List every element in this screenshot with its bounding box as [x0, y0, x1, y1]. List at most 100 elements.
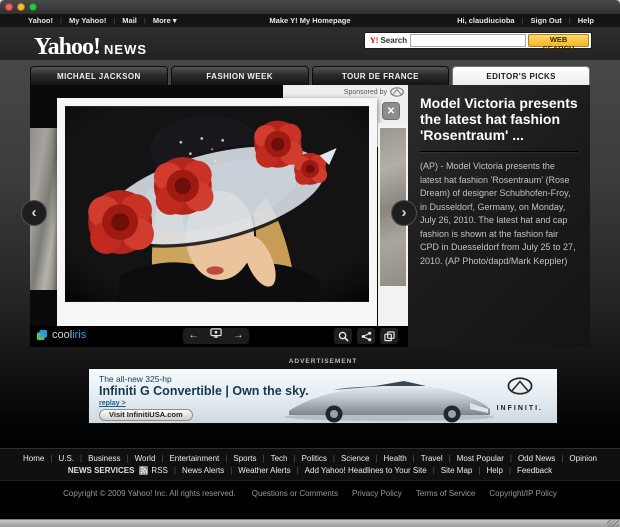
- sponsored-label: Sponsored by: [344, 89, 387, 96]
- main-photo[interactable]: [57, 98, 377, 326]
- search-label: Search: [380, 36, 407, 45]
- tab-label: TOUR DE FRANCE: [342, 72, 419, 81]
- footer-links-row2: NEWS SERVICES RSSNews AlertsWeather Aler…: [0, 466, 620, 475]
- ad-banner[interactable]: The all-new 325-hp Infiniti G Convertibl…: [88, 368, 558, 424]
- footer-link[interactable]: Odd News: [504, 454, 555, 463]
- gallery-tools: [334, 328, 398, 344]
- footer-link[interactable]: Business: [74, 454, 121, 463]
- footer-links-row1: HomeU.S.BusinessWorldEntertainmentSports…: [0, 454, 620, 463]
- chevron-right-icon[interactable]: ›: [391, 200, 417, 226]
- copy-embed-icon[interactable]: [380, 328, 398, 344]
- footer-link[interactable]: Politics: [287, 454, 326, 463]
- topbar-link[interactable]: My Yahoo!: [53, 16, 106, 25]
- topbar-link[interactable]: Yahoo!: [28, 16, 53, 25]
- rss-icon: [139, 466, 148, 475]
- model-hat-photo: [65, 106, 369, 302]
- footer-link[interactable]: Entertainment: [155, 454, 219, 463]
- tab-label: EDITOR'S PICKS: [486, 72, 556, 81]
- topbar-link[interactable]: Hi, claudiucioba: [457, 16, 515, 25]
- photo-headline: Model Victoria presents the latest hat f…: [420, 95, 578, 152]
- footer-service-link[interactable]: Weather Alerts: [224, 466, 290, 475]
- footer-link[interactable]: World: [121, 454, 156, 463]
- footer-service-link[interactable]: Site Map: [427, 466, 473, 475]
- copyright-row: Copyright © 2009 Yahoo! Inc. All rights …: [0, 489, 620, 498]
- footer-link[interactable]: Sports: [219, 454, 256, 463]
- yahoo-top-bar: Yahoo!My Yahoo!MailMore ▾ Make Y! My Hom…: [0, 14, 620, 27]
- web-search-button[interactable]: WEB SEARCH: [528, 34, 589, 47]
- topbar-link[interactable]: Mail: [106, 16, 137, 25]
- topic-tab[interactable]: FASHION WEEK: [171, 66, 309, 85]
- footer-link[interactable]: Science: [327, 454, 370, 463]
- topbar-link[interactable]: Sign Out: [515, 16, 562, 25]
- footer-service-link[interactable]: News Alerts: [168, 466, 224, 475]
- topic-tab[interactable]: TOUR DE FRANCE: [312, 66, 450, 85]
- chevron-left-icon[interactable]: ‹: [21, 200, 47, 226]
- footer-link[interactable]: Tech: [256, 454, 287, 463]
- legal-link[interactable]: Terms of Service: [416, 489, 476, 498]
- search-input[interactable]: [410, 34, 526, 47]
- ad-replay-link[interactable]: replay >: [99, 400, 126, 407]
- topbar-link[interactable]: More ▾: [137, 16, 177, 25]
- cooliris-logo[interactable]: cooliris: [36, 329, 86, 341]
- footer-service-link[interactable]: Add Yahoo! Headlines to Your Site: [291, 466, 427, 475]
- ad-car-image: [274, 373, 504, 423]
- gallery-nav: ← →: [183, 328, 249, 344]
- yahoo-logo-text: Yahoo!: [34, 34, 100, 61]
- window-minimize-button[interactable]: [17, 3, 25, 11]
- infiniti-logo-icon: [506, 377, 534, 395]
- topic-tab[interactable]: EDITOR'S PICKS: [452, 66, 590, 85]
- footer-link[interactable]: Most Popular: [443, 454, 504, 463]
- next-arrow-icon[interactable]: →: [233, 328, 243, 344]
- advertisement-label: ADVERTISEMENT: [88, 358, 558, 365]
- share-icon[interactable]: [357, 328, 375, 344]
- zoom-icon[interactable]: [334, 328, 352, 344]
- ad-cta-button[interactable]: Visit InfinitiUSA.com: [99, 409, 193, 421]
- footer-link[interactable]: Opinion: [555, 454, 597, 463]
- legal-link[interactable]: Questions or Comments: [252, 489, 338, 498]
- window-zoom-button[interactable]: [29, 3, 37, 11]
- infiniti-logo-icon: [390, 87, 404, 97]
- legal-link[interactable]: Copyright/IP Policy: [489, 489, 556, 498]
- topbar-right-links: Hi, claudiuciobaSign OutHelp: [457, 16, 594, 25]
- topic-tab[interactable]: MICHAEL JACKSON: [30, 66, 168, 85]
- legal-links: Questions or Comments Privacy Policy Terms…: [238, 489, 557, 498]
- yahoo-y-icon: Y!: [370, 36, 378, 45]
- topbar-link[interactable]: Help: [562, 16, 594, 25]
- footer-services-links: RSSNews AlertsWeather AlertsAdd Yahoo! H…: [151, 466, 552, 475]
- footer-links-bar: HomeU.S.BusinessWorldEntertainmentSports…: [0, 448, 620, 481]
- yahoo-news-logo[interactable]: Yahoo! NEWS: [34, 34, 147, 61]
- gallery-toolbar: cooliris ← →: [30, 326, 408, 347]
- page-footer: HomeU.S.BusinessWorldEntertainmentSports…: [0, 448, 620, 519]
- footer-service-link[interactable]: Feedback: [503, 466, 552, 475]
- topic-tabs: MICHAEL JACKSON FASHION WEEK TOUR DE FRA…: [30, 66, 590, 85]
- tab-label: MICHAEL JACKSON: [57, 72, 141, 81]
- cooliris-icon: [36, 329, 48, 341]
- page-body: MICHAEL JACKSON FASHION WEEK TOUR DE FRA…: [0, 60, 620, 448]
- photo-caption: (AP) - Model Victoria presents the lates…: [420, 160, 578, 268]
- window-close-button[interactable]: [5, 3, 13, 11]
- slideshow-icon[interactable]: [210, 328, 222, 345]
- site-header: Yahoo! NEWS Y! Search WEB SEARCH: [0, 27, 620, 60]
- footer-service-link[interactable]: Help: [472, 466, 503, 475]
- make-homepage-link[interactable]: Make Y! My Homepage: [269, 16, 350, 25]
- cooliris-text-iris: iris: [72, 329, 86, 341]
- ad-brand: INFINITI.: [497, 377, 543, 415]
- legal-link[interactable]: Privacy Policy: [352, 489, 402, 498]
- search-bar: Y! Search WEB SEARCH: [364, 32, 592, 49]
- photo-info-panel: Model Victoria presents the latest hat f…: [408, 85, 590, 347]
- photo-region: Sponsored by ✕ ‹: [30, 85, 408, 347]
- close-icon[interactable]: ✕: [382, 102, 400, 120]
- ad-brand-name: INFINITI.: [497, 405, 543, 412]
- footer-link[interactable]: U.S.: [44, 454, 74, 463]
- resize-grip[interactable]: [607, 520, 619, 527]
- footer-service-link[interactable]: RSS: [151, 466, 167, 475]
- browser-window: Yahoo!My Yahoo!MailMore ▾ Make Y! My Hom…: [0, 0, 620, 527]
- news-logo-text: NEWS: [104, 42, 147, 57]
- footer-link[interactable]: Home: [23, 454, 44, 463]
- footer-link[interactable]: Health: [369, 454, 406, 463]
- ad-text-line1: The all-new 325-hp: [99, 374, 172, 384]
- footer-link[interactable]: Travel: [407, 454, 443, 463]
- previous-arrow-icon[interactable]: ←: [189, 328, 199, 344]
- sponsored-strip: Sponsored by: [283, 85, 408, 99]
- window-bottom-edge: [0, 519, 620, 527]
